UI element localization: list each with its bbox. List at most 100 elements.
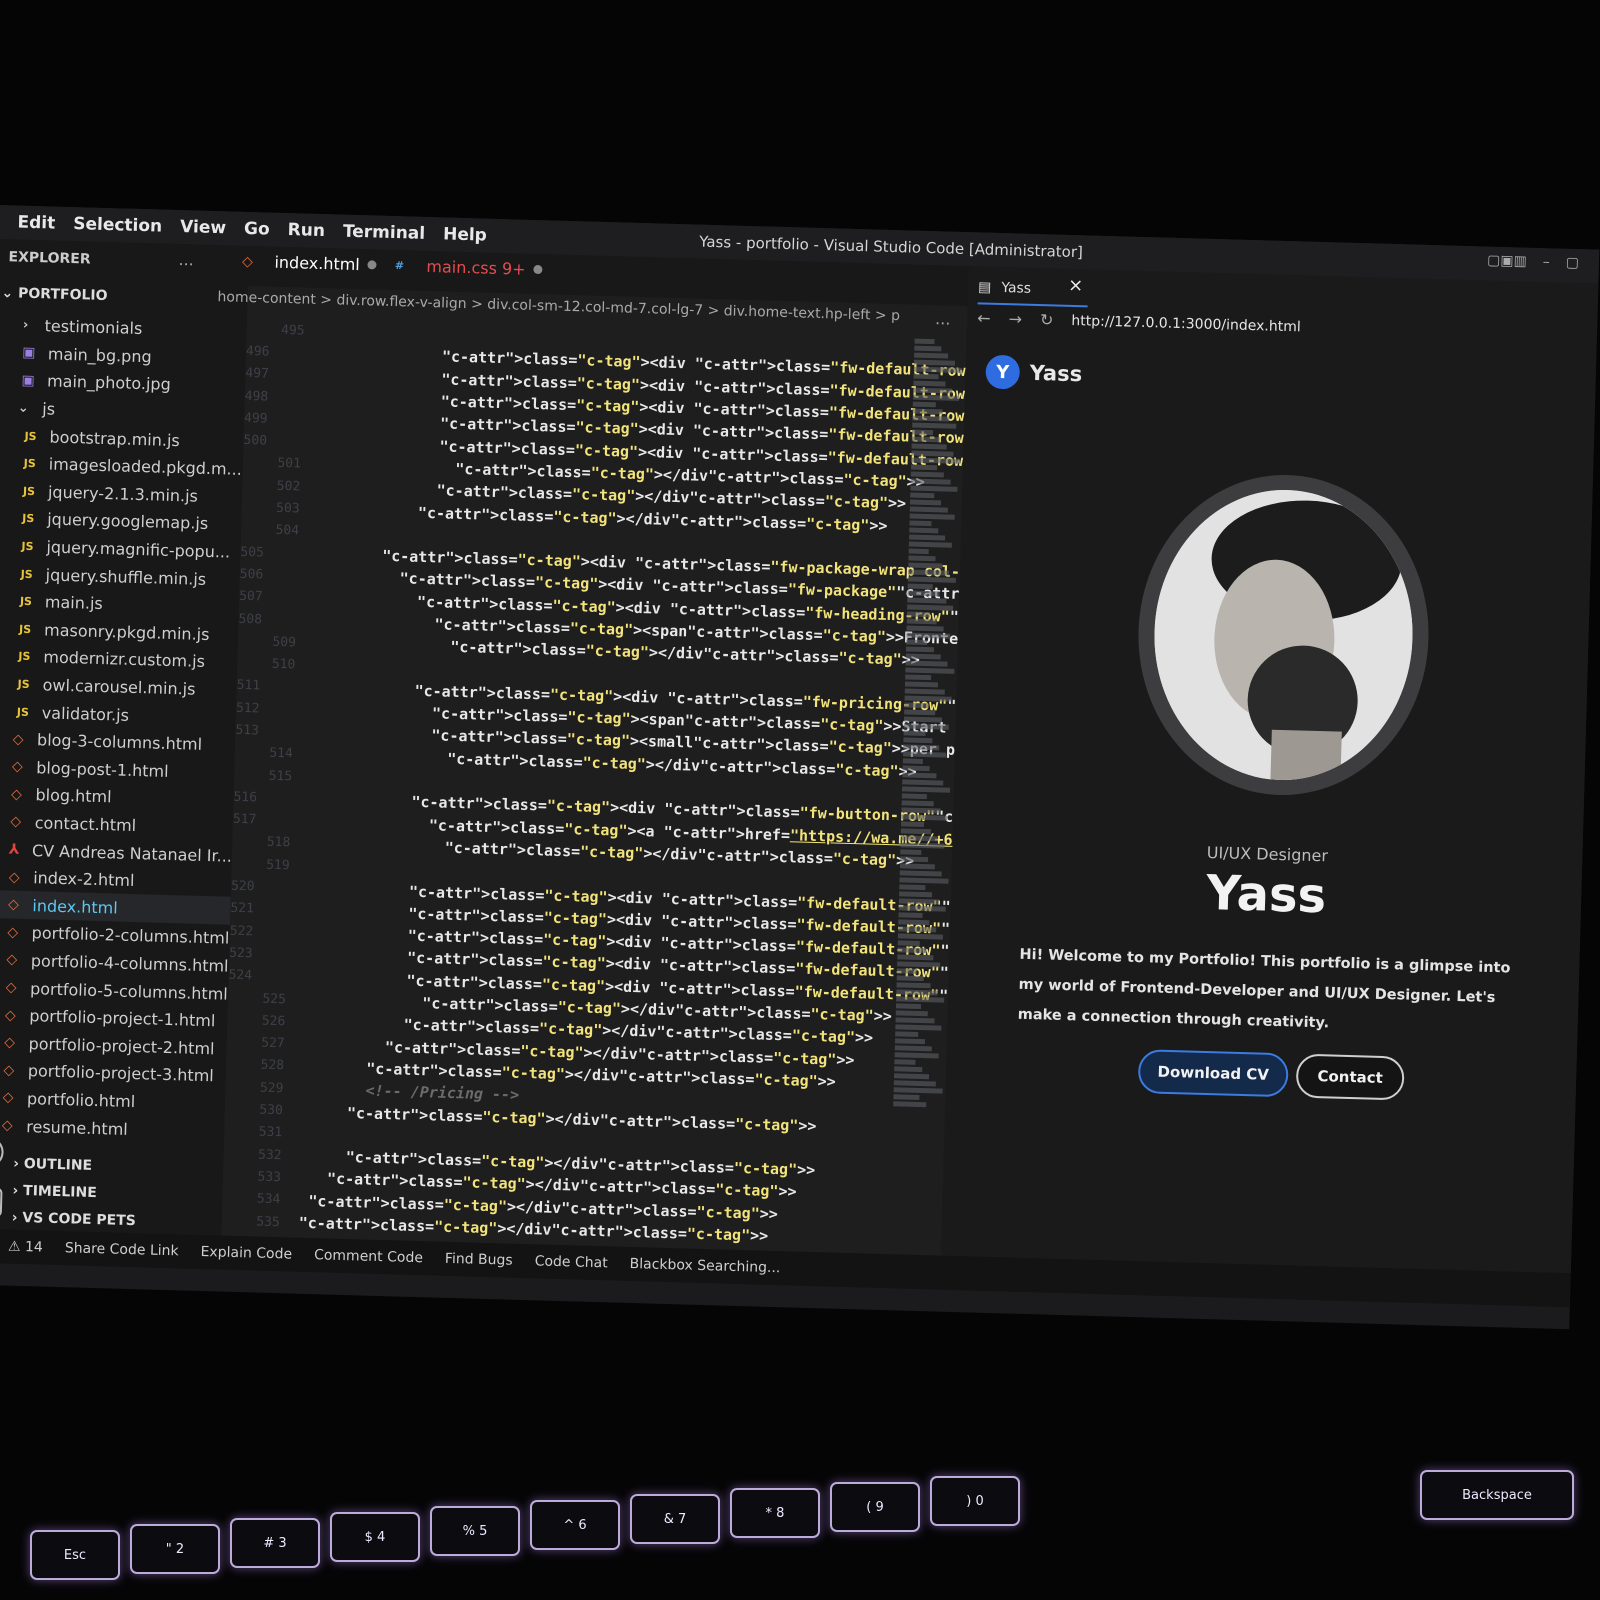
blackbox-searching[interactable]: Blackbox Searching... <box>629 1256 780 1276</box>
unsaved-dot-icon[interactable] <box>533 264 543 275</box>
html-file-icon: ◇ <box>1 1117 13 1134</box>
share-code-link[interactable]: Share Code Link <box>65 1240 179 1259</box>
js-file-icon: JS <box>24 429 37 443</box>
js-file-icon: JS <box>23 457 36 471</box>
section-timeline[interactable]: › TIMELINE <box>12 1183 97 1201</box>
site-logo[interactable]: Y <box>985 354 1021 390</box>
line-number: 513 <box>235 722 260 739</box>
line-number: 498 <box>244 388 269 405</box>
minimap-line <box>912 408 943 415</box>
settings-gear-icon[interactable] <box>0 1186 3 1218</box>
file-item-label: jquery.magnific-popu... <box>46 537 231 562</box>
minimap-line <box>911 450 954 457</box>
minimap-line <box>897 940 920 946</box>
minimap-line <box>900 828 931 835</box>
file-item-label: main_bg.png <box>47 344 152 367</box>
explain-code[interactable]: Explain Code <box>200 1244 292 1263</box>
minimap-line <box>902 765 930 772</box>
minimap-line <box>910 478 951 485</box>
minimap-line <box>908 548 929 555</box>
menu-go[interactable]: Go <box>244 219 270 240</box>
preview-tab-label: Yass <box>1001 279 1032 297</box>
minimap-line <box>896 996 945 1003</box>
minimap-line <box>910 485 958 492</box>
menu-edit[interactable]: Edit <box>17 212 55 233</box>
workspace-root[interactable]: ⌄ PORTFOLIO <box>1 285 107 304</box>
minimap-line <box>910 464 938 471</box>
window-title: Yass - portfolio - Visual Studio Code [A… <box>699 232 1084 262</box>
profile-photo <box>1134 471 1433 799</box>
file-item-label: portfolio-5-columns.html <box>29 978 229 1004</box>
keyboard-key: ^ 6 <box>530 1500 620 1550</box>
menu-view[interactable]: View <box>180 217 226 238</box>
section-vscode-pets[interactable]: › VS CODE PETS <box>12 1210 137 1229</box>
section-outline[interactable]: › OUTLINE <box>13 1156 92 1174</box>
menu-help[interactable]: Help <box>443 224 487 245</box>
contact-button[interactable]: Contact <box>1295 1053 1405 1101</box>
comment-code[interactable]: Comment Code <box>314 1247 423 1266</box>
download-cv-button[interactable]: Download CV <box>1137 1049 1289 1098</box>
explorer-more-icon[interactable]: ... <box>178 250 194 269</box>
account-icon[interactable] <box>0 1136 4 1168</box>
minimap-line <box>902 758 923 764</box>
menu-run[interactable]: Run <box>287 220 325 241</box>
file-item-label: index.html <box>32 895 118 918</box>
menu-selection[interactable]: Selection <box>73 214 162 236</box>
file-item-label: portfolio-project-1.html <box>29 1006 216 1031</box>
minimize-icon[interactable]: – <box>1543 254 1550 270</box>
close-icon[interactable]: × <box>1068 275 1084 296</box>
forward-arrow-icon[interactable]: → <box>1008 309 1022 328</box>
minimap-line <box>902 751 947 758</box>
minimap-line <box>911 429 934 436</box>
minimap-line <box>910 471 944 478</box>
keyboard-key: ( 9 <box>830 1482 920 1532</box>
back-arrow-icon[interactable]: ← <box>977 308 991 327</box>
preview-url-bar: ← → ↻ http://127.0.0.1:3000/index.html <box>977 308 1301 336</box>
html-file-icon: ◇ <box>11 758 23 776</box>
editor-more-icon[interactable]: ... <box>935 309 951 328</box>
layout-toggle-icon[interactable]: ▢▣▥ <box>1487 253 1527 270</box>
minimap-line <box>898 926 937 933</box>
url-field[interactable]: http://127.0.0.1:3000/index.html <box>1071 312 1301 334</box>
minimap-line <box>907 597 947 604</box>
html-file-icon: ◇ <box>7 896 20 914</box>
code-chat[interactable]: Code Chat <box>534 1253 607 1271</box>
minimap-line <box>908 562 943 569</box>
tab-index-html[interactable]: ◇ index.html <box>236 252 377 275</box>
warning-count[interactable]: ⚠ 14 <box>8 1239 43 1256</box>
file-item-label: jquery.googlemap.js <box>46 509 209 534</box>
find-bugs[interactable]: Find Bugs <box>445 1251 513 1269</box>
minimap-line <box>899 863 935 870</box>
keyboard-key: Backspace <box>1420 1470 1574 1520</box>
css-file-icon: # <box>394 259 405 273</box>
workspace-root-label: PORTFOLIO <box>17 285 108 305</box>
line-number: 523 <box>228 945 253 962</box>
file-item-label: contact.html <box>34 813 137 836</box>
minimap-line <box>900 842 945 849</box>
js-file-icon: JS <box>20 567 33 581</box>
minimap-line <box>905 667 955 674</box>
minimap-line <box>902 772 937 779</box>
file-tree: › testimonials ▣ main_bg.png ▣ main_photo.jpg… <box>0 311 247 1145</box>
html-file-icon: ◇ <box>2 1089 14 1107</box>
minimap-line <box>897 933 943 940</box>
reload-icon[interactable]: ↻ <box>1040 310 1054 329</box>
minimap-line <box>911 457 961 464</box>
file-item-label: portfolio-4-columns.html <box>30 951 229 976</box>
minimap-line <box>896 968 918 974</box>
section-timeline-label: TIMELINE <box>22 1183 98 1202</box>
maximize-icon[interactable]: ▢ <box>1566 255 1580 271</box>
site-name[interactable]: Yass <box>1029 361 1082 386</box>
line-number: 534 <box>256 1191 281 1208</box>
keyboard-key: $ 4 <box>330 1512 420 1562</box>
line-number: 506 <box>239 566 264 583</box>
tab-main-css[interactable]: # main.css 9+ <box>388 256 543 279</box>
chevron-right-icon: › <box>22 317 29 334</box>
file-item-label: modernizr.custom.js <box>43 647 206 672</box>
file-item[interactable]: ◇ resume.html <box>0 1111 225 1146</box>
code-lines[interactable]: 495 496 "c-attr">class="c-tag"><div "c-at… <box>221 318 1545 1251</box>
html-file-icon: ◇ <box>10 814 22 831</box>
minimap-line <box>893 1080 936 1087</box>
menu-terminal[interactable]: Terminal <box>343 222 426 244</box>
unsaved-dot-icon[interactable] <box>367 260 377 270</box>
